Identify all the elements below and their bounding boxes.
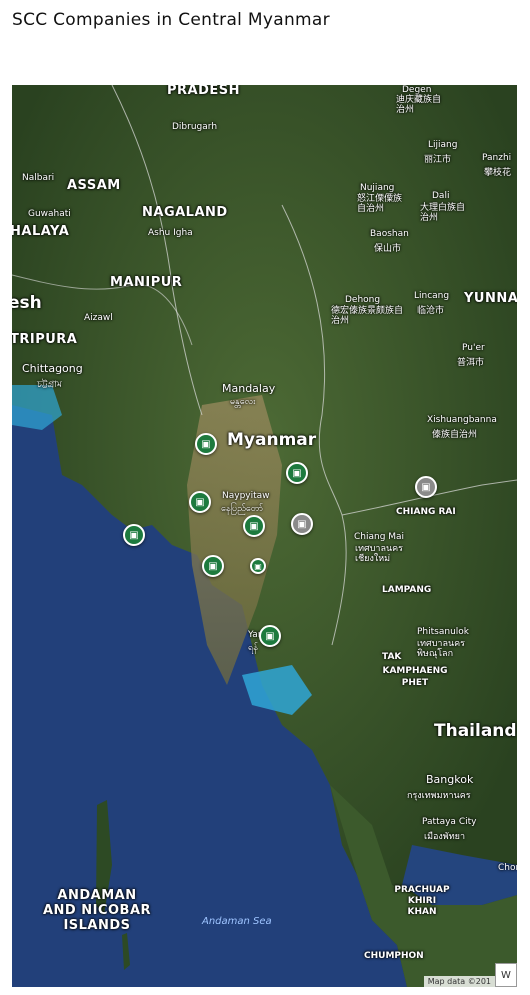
label-baoshan-local: 保山市: [374, 244, 402, 254]
label-naypyitaw-local: နေပြည်တော်: [221, 504, 264, 514]
company-marker[interactable]: ▣: [189, 491, 211, 513]
label-thailand: Thailand: [434, 721, 517, 741]
label-degen-local: 迪庆藏族自治州: [396, 95, 442, 115]
label-lijiang: Lijiang: [428, 140, 458, 150]
label-dali: Dali: [432, 191, 450, 201]
page-title: SCC Companies in Central Myanmar: [12, 10, 330, 30]
store-icon: ▣: [292, 467, 302, 479]
label-ashu-igha: Ashu Igha: [148, 228, 193, 238]
label-bangkok: Bangkok: [426, 773, 474, 786]
store-icon: ▣: [249, 520, 259, 532]
company-marker-inactive[interactable]: ▣: [415, 476, 437, 498]
store-icon: ▣: [208, 560, 218, 572]
label-guwahati: Guwahati: [28, 209, 71, 219]
label-dibrugarh: Dibrugarh: [172, 122, 218, 132]
label-phitsanulok: Phitsanulok: [417, 627, 469, 637]
label-mandalay-local: မန္တလေး: [230, 397, 256, 407]
label-kamphaeng-phet: KAMPHAENG PHET: [382, 666, 448, 688]
label-chittagong-local: চট্টগ্রাম: [37, 380, 62, 390]
label-nagaland: NAGALAND: [142, 205, 228, 220]
label-pattaya-local: เมืองพัทยา: [424, 832, 466, 842]
label-pradesh: PRADESH: [167, 85, 241, 98]
label-tripura: TRIPURA: [12, 332, 78, 347]
company-marker[interactable]: ▣: [202, 555, 224, 577]
label-dali-local: 大理白族自治州: [420, 203, 466, 223]
store-icon: ▣: [297, 518, 307, 530]
label-lincang: Lincang: [414, 291, 450, 301]
store-icon: ▣: [265, 630, 275, 642]
label-degen: Degen: [402, 85, 432, 95]
store-icon: ▣: [421, 481, 431, 493]
company-marker[interactable]: ▣: [123, 524, 145, 546]
label-xishuangbanna-local: 傣族自治州: [432, 430, 478, 440]
label-baoshan: Baoshan: [370, 229, 409, 239]
map-attribution: Map data ©201: [423, 976, 495, 987]
label-tak: TAK: [382, 652, 402, 662]
label-dehong: Dehong: [345, 295, 381, 305]
label-chiang-mai: Chiang Mai: [354, 532, 405, 542]
label-nalbari: Nalbari: [22, 173, 55, 183]
label-chiang-mai-local: เทศบาลนคร เชียงใหม่: [355, 544, 404, 564]
company-marker[interactable]: ▣: [195, 433, 217, 455]
store-icon: ▣: [201, 438, 211, 450]
label-andaman-islands: ANDAMAN AND NICOBAR ISLANDS: [42, 888, 152, 933]
label-lincang-local: 临沧市: [417, 306, 445, 316]
label-prachuap: PRACHUAP KHIRI KHAN: [394, 885, 450, 917]
label-panzhi-local: 攀枝花: [484, 168, 512, 178]
store-icon: ▣: [254, 561, 262, 571]
company-marker-inactive[interactable]: ▣: [291, 513, 313, 535]
label-yangon-local: ရန်: [248, 643, 258, 653]
label-assam: ASSAM: [67, 178, 121, 193]
label-lijiang-local: 丽江市: [424, 155, 452, 165]
company-marker[interactable]: ▣: [250, 558, 266, 574]
label-chittagong: Chittagong: [22, 362, 83, 375]
store-icon: ▣: [195, 496, 205, 508]
label-chon: Chon: [498, 863, 517, 873]
company-marker[interactable]: ▣: [243, 515, 265, 537]
label-yunna: YUNNA: [464, 291, 517, 306]
label-nujiang: Nujiang: [360, 183, 395, 193]
label-desh: esh: [12, 293, 42, 313]
label-lampang: LAMPANG: [382, 585, 432, 595]
company-marker[interactable]: ▣: [286, 462, 308, 484]
map-view[interactable]: PRADESH Dibrugarh ASSAM Nalbari Guwahati…: [12, 85, 517, 987]
label-puer-local: 普洱市: [457, 358, 485, 368]
label-mandalay: Mandalay: [222, 382, 276, 395]
label-puer: Pu'er: [462, 343, 485, 353]
label-chumphon: CHUMPHON: [364, 951, 424, 961]
label-xishuangbanna: Xishuangbanna: [427, 415, 497, 425]
label-halaya: HALAYA: [12, 224, 70, 239]
label-panzhi: Panzhi: [482, 153, 512, 163]
label-andaman-sea: Andaman Sea: [202, 916, 272, 927]
label-bangkok-local: กรุงเทพมหานคร: [407, 791, 471, 801]
label-pattaya: Pattaya City: [422, 817, 477, 827]
label-myanmar: Myanmar: [227, 430, 317, 450]
label-manipur: MANIPUR: [110, 275, 183, 290]
company-marker[interactable]: ▣: [259, 625, 281, 647]
label-aizawl: Aizawl: [84, 313, 113, 323]
store-icon: ▣: [129, 529, 139, 541]
map-corner-control[interactable]: W: [495, 963, 517, 987]
label-dehong-local: 德宏傣族景颇族自治州: [331, 306, 404, 326]
label-nujiang-local: 怒江傈僳族自治州: [357, 194, 403, 214]
label-phitsanulok-local: เทศบาลนคร พิษณุโลก: [417, 639, 466, 659]
label-naypyitaw: Naypyitaw: [222, 491, 270, 501]
label-chiang-rai: CHIANG RAI: [396, 507, 456, 517]
